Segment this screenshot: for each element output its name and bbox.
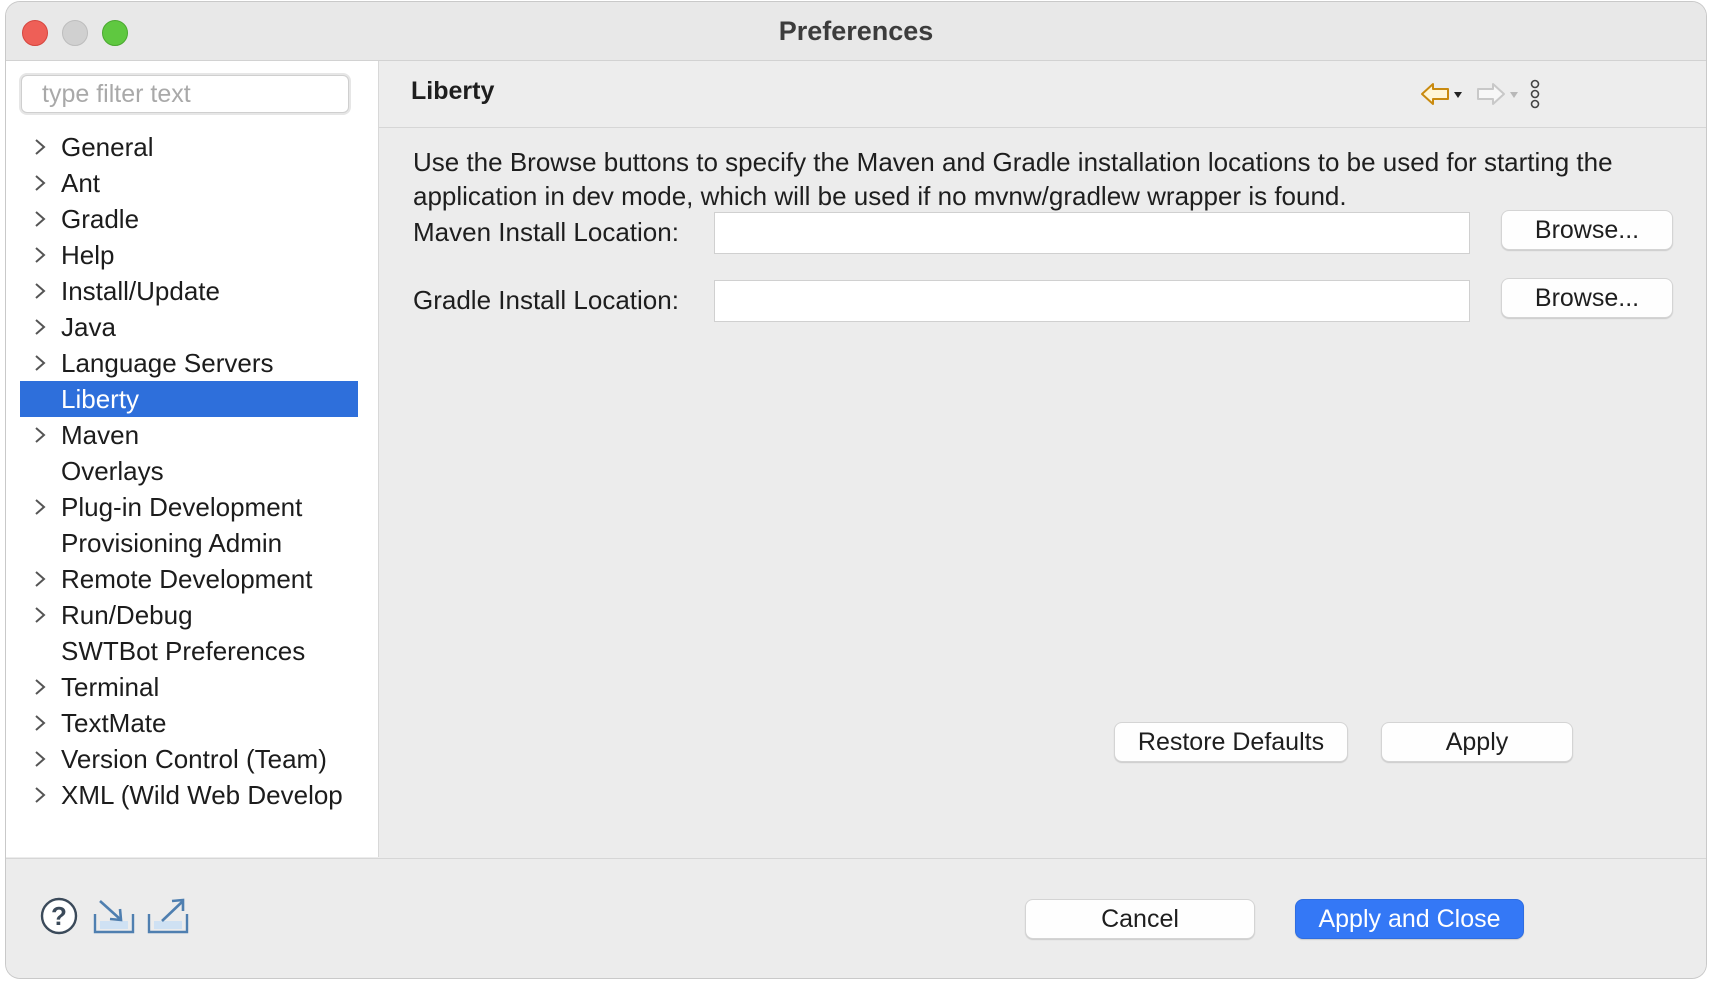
tree-item[interactable]: Help	[20, 237, 358, 273]
export-icon	[147, 898, 189, 934]
tree-item[interactable]: TextMate	[20, 705, 358, 741]
chevron-right-icon[interactable]	[30, 165, 50, 201]
chevron-right-icon[interactable]	[30, 309, 50, 345]
gradle-location-label: Gradle Install Location:	[413, 285, 679, 315]
apply-and-close-button[interactable]: Apply and Close	[1295, 899, 1524, 939]
maven-location-label: Maven Install Location:	[413, 217, 679, 247]
maven-browse-button[interactable]: Browse...	[1501, 210, 1673, 250]
tree-item-label: Version Control (Team)	[61, 744, 327, 774]
restore-defaults-button[interactable]: Restore Defaults	[1114, 722, 1348, 762]
tree-item-label: SWTBot Preferences	[61, 636, 306, 666]
maven-location-input[interactable]	[714, 212, 1470, 254]
preferences-window: Preferences General Ant Gradle Help Install/…	[6, 2, 1706, 978]
gradle-location-input[interactable]	[714, 280, 1470, 322]
page-description: Use the Browse buttons to specify the Ma…	[413, 147, 1613, 211]
gradle-browse-button[interactable]: Browse...	[1501, 278, 1673, 318]
tree-item[interactable]: Remote Development	[20, 561, 358, 597]
tree-item[interactable]: Install/Update	[20, 273, 358, 309]
page-title: Liberty	[411, 77, 495, 105]
tree-item-label: XML (Wild Web Develop	[61, 780, 343, 810]
chevron-right-icon[interactable]	[30, 417, 50, 453]
forward-arrow-icon	[1477, 83, 1518, 105]
chevron-right-icon[interactable]	[30, 489, 50, 525]
forward-nav-button[interactable]	[1475, 79, 1519, 109]
title-bar: Preferences	[6, 2, 1706, 61]
dialog-footer: ? Cancel Apply and Close	[6, 858, 1706, 978]
tree-item-label: TextMate	[61, 708, 167, 738]
import-icon	[93, 900, 135, 934]
tree-item-label: Java	[61, 312, 116, 342]
chevron-right-icon[interactable]	[30, 561, 50, 597]
export-button[interactable]	[146, 897, 190, 940]
tree-item[interactable]: Java	[20, 309, 358, 345]
tree-item-label: Install/Update	[61, 276, 220, 306]
tree-item[interactable]: Gradle	[20, 201, 358, 237]
tree-item[interactable]: Run/Debug	[20, 597, 358, 633]
view-menu-icon	[1530, 79, 1540, 109]
chevron-right-icon[interactable]	[30, 237, 50, 273]
preferences-tree: General Ant Gradle Help Install/Update Java La…	[20, 129, 358, 813]
filter-input[interactable]	[21, 75, 349, 113]
chevron-right-icon[interactable]	[30, 777, 50, 813]
tree-item-label: Gradle	[61, 204, 140, 234]
tree-item-label: Provisioning Admin	[61, 528, 283, 558]
tree-item[interactable]: Overlays	[20, 453, 358, 489]
svg-text:?: ?	[51, 901, 67, 931]
tree-item-label: Language Servers	[61, 348, 274, 378]
chevron-right-icon[interactable]	[30, 129, 50, 165]
tree-item-label: Run/Debug	[61, 600, 193, 630]
chevron-right-icon[interactable]	[30, 345, 50, 381]
tree-item-label: Overlays	[61, 456, 164, 486]
tree-item-label: Remote Development	[61, 564, 313, 594]
chevron-right-icon[interactable]	[30, 597, 50, 633]
tree-item-label: Ant	[61, 168, 101, 198]
tree-item[interactable]: SWTBot Preferences	[20, 633, 358, 669]
tree-item[interactable]: Ant	[20, 165, 358, 201]
tree-item[interactable]: Terminal	[20, 669, 358, 705]
tree-item[interactable]: Liberty	[20, 381, 358, 417]
chevron-right-icon[interactable]	[30, 669, 50, 705]
view-menu-button[interactable]	[1529, 79, 1541, 109]
tree-item[interactable]: Maven	[20, 417, 358, 453]
tree-item[interactable]: Language Servers	[20, 345, 358, 381]
apply-button[interactable]: Apply	[1381, 722, 1573, 762]
tree-item-label: Terminal	[61, 672, 160, 702]
preferences-sidebar: General Ant Gradle Help Install/Update Java La…	[6, 61, 379, 857]
tree-item[interactable]: Plug-in Development	[20, 489, 358, 525]
back-arrow-icon	[1421, 83, 1462, 105]
chevron-right-icon[interactable]	[30, 741, 50, 777]
help-button[interactable]: ?	[40, 897, 78, 940]
tree-item[interactable]: XML (Wild Web Develop	[20, 777, 358, 813]
tree-item[interactable]: General	[20, 129, 358, 165]
tree-item-label: Liberty	[61, 384, 140, 414]
cancel-button[interactable]: Cancel	[1025, 899, 1255, 939]
back-nav-button[interactable]	[1419, 79, 1463, 109]
import-button[interactable]	[92, 897, 136, 940]
help-icon: ?	[40, 897, 78, 935]
preference-page: Liberty Use the Browse buttons to specif…	[379, 61, 1706, 857]
tree-item[interactable]: Version Control (Team)	[20, 741, 358, 777]
tree-item-label: Maven	[61, 420, 140, 450]
tree-item[interactable]: Provisioning Admin	[20, 525, 358, 561]
tree-item-label: Plug-in Development	[61, 492, 303, 522]
chevron-right-icon[interactable]	[30, 273, 50, 309]
tree-item-label: Help	[61, 240, 115, 270]
chevron-right-icon[interactable]	[30, 201, 50, 237]
chevron-right-icon[interactable]	[30, 705, 50, 741]
page-header: Liberty	[379, 61, 1706, 128]
window-title: Preferences	[778, 16, 934, 46]
tree-item-label: General	[61, 132, 154, 162]
